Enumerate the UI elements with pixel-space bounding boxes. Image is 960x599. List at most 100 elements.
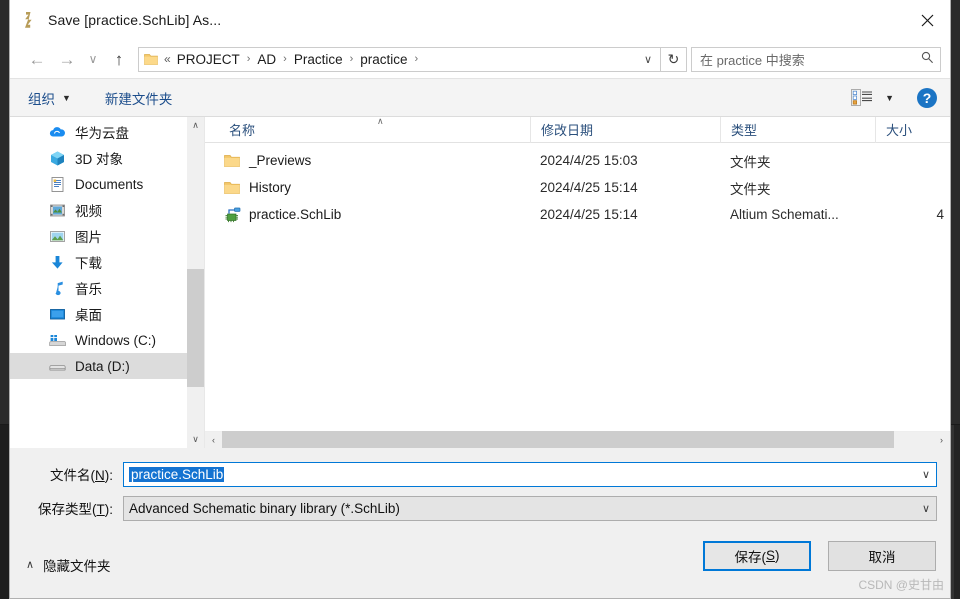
watermark: CSDN @史甘由 [858,578,944,592]
column-header-date[interactable]: 修改日期 [530,116,720,143]
save-accesskey: S [765,548,775,563]
sidebar-item-huawei-cloud[interactable]: 华为云盘 [10,119,204,145]
sidebar-item-label: Windows (C:) [75,332,157,348]
sidebar-item-music[interactable]: 音乐 [10,275,204,301]
column-headers: 名称 修改日期 类型 大小 ∧ [205,116,950,143]
file-name-text: practice.SchLib [249,207,342,222]
folder-icon [144,53,158,66]
breadcrumb-item-practice[interactable]: practice [358,51,409,68]
chevron-down-icon: ▼ [62,92,71,103]
sidebar-item-3d-objects[interactable]: 3D 对象 [10,145,204,171]
file-list-horizontal-scrollbar[interactable]: ‹ › [205,430,950,448]
svg-text:?: ? [923,90,932,106]
sidebar-item-downloads[interactable]: 下载 [10,249,204,275]
refresh-button[interactable]: ↻ [661,46,687,72]
scrollbar-thumb[interactable] [222,431,894,448]
filename-label: 文件名(N): [23,464,123,484]
column-header-size[interactable]: 大小 [875,116,950,143]
sidebar-item-documents[interactable]: Documents [10,171,204,197]
breadcrumb-item-ad[interactable]: AD [255,51,278,68]
search-box[interactable]: 在 practice 中搜索 [691,46,941,72]
desktop-icon [48,305,66,323]
sidebar-item-label: 3D 对象 [75,152,124,167]
help-button[interactable]: ? [916,87,938,109]
sidebar-item-videos[interactable]: 视频 [10,197,204,223]
table-row[interactable]: History 2024/4/25 15:14 文件夹 [205,174,950,201]
filetype-value: Advanced Schematic binary library (*.Sch… [129,500,400,516]
breadcrumb-overflow[interactable]: « [164,52,171,66]
column-header-type[interactable]: 类型 [720,116,875,143]
breadcrumb-separator[interactable]: › [345,53,359,65]
breadcrumb-item-project[interactable]: PROJECT [175,51,242,68]
scroll-up-button[interactable]: ∧ [187,117,204,134]
cloud-icon [48,123,66,141]
chevron-down-icon[interactable]: ∨ [916,497,936,520]
sidebar-list: 华为云盘 3D 对象 Documents 视频 图片 下载 音乐 桌面 Wind… [10,117,204,379]
sidebar-scrollbar[interactable]: ∧ ∨ [187,117,204,448]
filetype-accesskey: T [96,502,105,517]
save-label-post: ) [775,548,780,563]
file-name-text: History [249,180,292,195]
filetype-label-pre: 保存类型( [38,502,97,517]
drive-icon [48,357,66,375]
sidebar-item-label: 下载 [75,256,102,271]
filename-input[interactable]: practice.SchLib ∨ [123,461,937,487]
chevron-down-icon[interactable]: ∨ [916,463,936,486]
search-icon [921,51,934,67]
sidebar-item-label: 视频 [75,204,102,219]
sidebar-item-pictures[interactable]: 图片 [10,223,204,249]
command-toolbar: 组织 ▼ 新建文件夹 ▼ ? [10,78,950,116]
close-button[interactable] [904,0,950,40]
scroll-left-button[interactable]: ‹ [205,431,222,448]
sidebar-item-desktop[interactable]: 桌面 [10,301,204,327]
filetype-select[interactable]: Advanced Schematic binary library (*.Sch… [123,495,937,521]
save-label-pre: 保存( [734,549,766,565]
scroll-down-button[interactable]: ∨ [187,431,204,448]
sort-ascending-icon: ∧ [377,116,384,126]
view-options-caret-icon[interactable]: ▼ [885,93,894,103]
save-button[interactable]: 保存(S) [703,540,811,571]
forward-button[interactable]: → [52,44,82,74]
table-row[interactable]: practice.SchLib 2024/4/25 15:14 Altium S… [205,201,950,228]
sidebar-item-label: Data (D:) [75,358,130,374]
3d-objects-icon [48,149,66,167]
sidebar-item-label: 桌面 [75,308,102,323]
breadcrumb-item-practice-parent[interactable]: Practice [292,51,345,68]
breadcrumb-separator[interactable]: › [242,53,256,65]
filename-label-post: ): [104,468,113,483]
chevron-down-icon[interactable]: ∨ [638,48,658,71]
sidebar-item-label: 华为云盘 [75,126,129,141]
file-type-cell: Altium Schemati... [730,207,839,222]
back-button[interactable]: ← [22,44,52,74]
cancel-button[interactable]: 取消 [828,540,936,571]
cancel-label: 取消 [868,549,896,565]
dialog-buttons: 保存(S) 取消 [703,540,936,571]
folder-icon [223,179,241,197]
filename-accesskey: N [95,468,105,483]
filename-value[interactable]: practice.SchLib [129,466,225,482]
new-folder-button[interactable]: 新建文件夹 [105,88,173,108]
window-title: Save [practice.SchLib] As... [48,12,222,28]
sidebar-item-data-d[interactable]: Data (D:) [10,353,204,379]
recent-locations-button[interactable]: ∨ [82,44,104,74]
breadcrumb-separator[interactable]: › [410,53,424,65]
pictures-icon [48,227,66,245]
organize-label: 组织 [28,91,55,107]
breadcrumb-separator[interactable]: › [278,53,292,65]
table-row[interactable]: _Previews 2024/4/25 15:03 文件夹 [205,147,950,174]
up-button[interactable]: ↑ [104,44,134,74]
column-header-name[interactable]: 名称 [205,117,530,143]
details-view-icon[interactable] [851,89,873,106]
file-date-cell: 2024/4/25 15:03 [540,153,638,168]
hide-folders-label: 隐藏文件夹 [43,558,111,574]
save-as-dialog: Save [practice.SchLib] As... ← → ∨ ↑ « P… [9,0,951,599]
scroll-right-button[interactable]: › [933,431,950,448]
hide-folders-toggle[interactable]: ∧ 隐藏文件夹 [26,555,111,575]
sidebar-item-label: 音乐 [75,282,102,297]
breadcrumb-bar[interactable]: « PROJECT › AD › Practice › practice › ∨ [138,46,661,72]
organize-button[interactable]: 组织 ▼ [28,88,71,108]
scrollbar-thumb[interactable] [187,269,204,387]
sidebar-item-windows-c[interactable]: Windows (C:) [10,327,204,353]
search-input[interactable]: 在 practice 中搜索 [700,50,921,69]
videos-icon [48,201,66,219]
